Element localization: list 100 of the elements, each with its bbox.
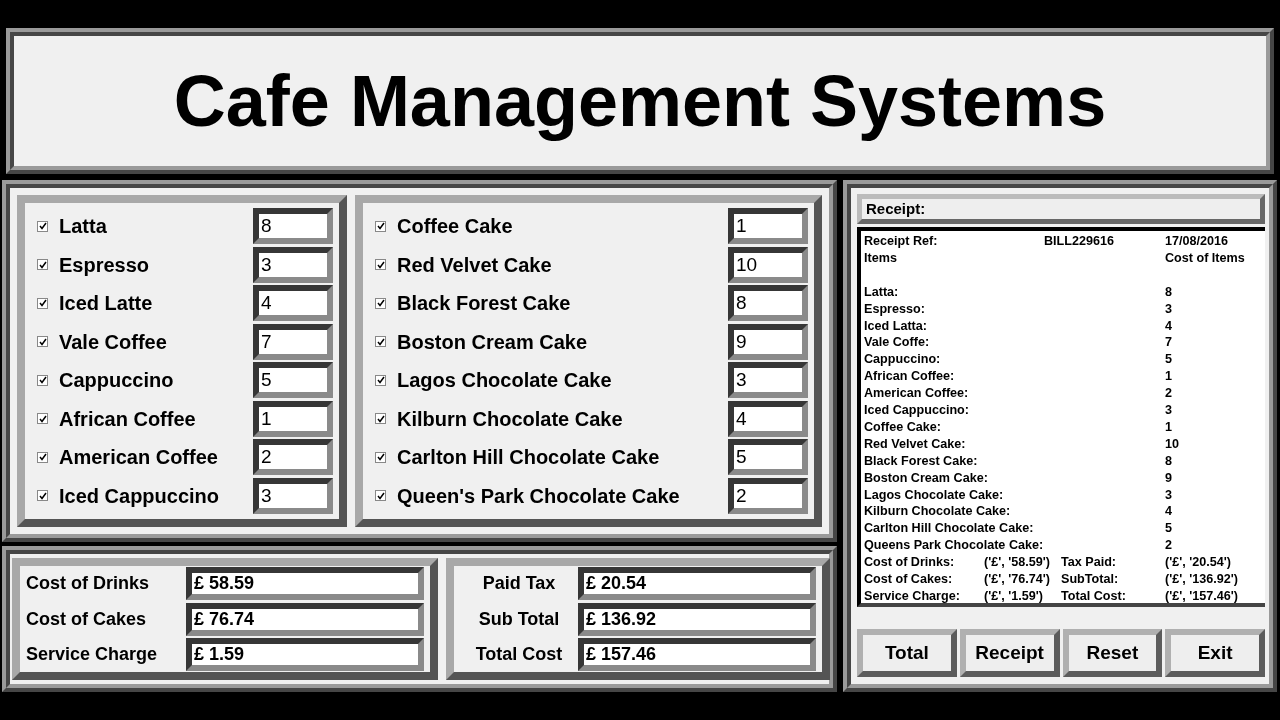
cost-field[interactable]: £ 58.59 <box>186 567 424 600</box>
quantity-field[interactable]: 10 <box>728 246 808 283</box>
quantity-field[interactable]: 3 <box>253 477 333 514</box>
quantity-field[interactable]: 4 <box>728 400 808 437</box>
receipt-text: Tax Paid: <box>1061 554 1118 572</box>
quantity-field[interactable]: 9 <box>728 323 808 360</box>
cost-label: Cost of Drinks <box>26 572 150 595</box>
receipt-text: 5 <box>1165 520 1172 538</box>
checkbox[interactable] <box>37 259 48 271</box>
item-label: Vale Coffee <box>59 329 168 355</box>
receipt-text: ('£', '136.92') <box>1165 571 1238 588</box>
quantity-field[interactable]: 2 <box>253 439 333 476</box>
quantity-field[interactable]: 5 <box>253 362 333 399</box>
item-label: Carlton Hill Chocolate Cake <box>397 445 661 471</box>
receipt-text: ('£', '76.74') <box>984 571 1051 588</box>
checkbox[interactable] <box>37 413 48 425</box>
receipt-text: ('£', '157.46') <box>1165 588 1238 603</box>
receipt-text: 3 <box>1165 402 1172 419</box>
cost-field[interactable]: £ 1.59 <box>186 638 424 671</box>
receipt-text: 2 <box>1165 385 1172 403</box>
checkbox[interactable] <box>375 220 386 232</box>
receipt-text: Iced Cappuccino: <box>864 402 970 419</box>
item-label: African Coffee <box>59 406 197 432</box>
quantity-field[interactable]: 8 <box>253 208 333 244</box>
cost-field[interactable]: £ 20.54 <box>578 567 816 600</box>
receipt-text: 8 <box>1165 452 1172 470</box>
receipt-text: 4 <box>1165 503 1172 521</box>
checkbox[interactable] <box>375 259 386 271</box>
receipt-text: Iced Latta: <box>864 317 928 335</box>
quantity-field[interactable]: 7 <box>253 323 333 360</box>
receipt-text: Cost of Cakes: <box>864 571 954 588</box>
receipt-text: Cost of Drinks: <box>864 554 956 572</box>
item-label: American Coffee <box>59 445 219 471</box>
action-button[interactable]: Receipt <box>959 629 1060 677</box>
action-button[interactable]: Exit <box>1165 629 1265 677</box>
receipt-text: 7 <box>1165 334 1172 352</box>
item-label: Iced Latte <box>59 291 154 317</box>
cost-field[interactable]: £ 76.74 <box>186 602 424 636</box>
receipt-text: Vale Coffe: <box>864 334 931 352</box>
action-button[interactable]: Reset <box>1062 629 1163 677</box>
cost-label: Sub Total <box>477 607 561 631</box>
receipt-text: 4 <box>1165 317 1172 335</box>
item-label: Boston Cream Cake <box>397 329 589 355</box>
quantity-field[interactable]: 8 <box>728 285 808 322</box>
receipt-label: Receipt: <box>857 194 1265 224</box>
checkbox[interactable] <box>375 490 386 502</box>
receipt-text: BILL229616 <box>1044 233 1115 250</box>
cost-field[interactable]: £ 136.92 <box>578 602 816 636</box>
receipt-text: 8 <box>1165 283 1172 301</box>
receipt-text: Espresso: <box>864 300 926 318</box>
quantity-field[interactable]: 3 <box>728 362 808 399</box>
item-label: Queen's Park Chocolate Cake <box>397 483 681 509</box>
receipt-text: Boston Cream Cake: <box>864 469 989 487</box>
item-label: Latta <box>59 214 108 239</box>
app-title: Cafe Management Systems <box>173 60 1107 143</box>
checkbox[interactable] <box>375 336 386 348</box>
quantity-field[interactable]: 1 <box>728 208 808 244</box>
receipt-text: 1 <box>1165 418 1172 436</box>
cost-field[interactable]: £ 157.46 <box>578 638 816 671</box>
checkbox[interactable] <box>37 490 48 502</box>
receipt-text: 5 <box>1165 351 1172 369</box>
quantity-field[interactable]: 1 <box>253 400 333 437</box>
checkbox[interactable] <box>375 413 386 425</box>
checkbox[interactable] <box>37 336 48 348</box>
cost-label: Service Charge <box>26 643 159 666</box>
checkbox[interactable] <box>37 451 48 463</box>
checkbox[interactable] <box>375 297 386 309</box>
receipt-text: 17/08/2016 <box>1165 233 1229 250</box>
item-label: Iced Cappuccino <box>59 483 221 509</box>
action-button[interactable]: Total <box>857 629 957 677</box>
item-label: Coffee Cake <box>397 214 514 239</box>
item-label: Red Velvet Cake <box>397 252 553 278</box>
checkbox[interactable] <box>375 451 386 463</box>
receipt-text: Kilburn Chocolate Cake: <box>864 503 1012 521</box>
receipt-text: Total Cost: <box>1061 588 1127 603</box>
quantity-field[interactable]: 3 <box>253 246 333 283</box>
receipt-text: Red Velvet Cake: <box>864 435 967 453</box>
checkbox[interactable] <box>37 220 48 232</box>
checkbox[interactable] <box>37 374 48 386</box>
cost-label: Paid Tax <box>481 572 557 595</box>
cost-label: Cost of Cakes <box>26 607 148 631</box>
receipt-text: ('£', '58.59') <box>984 554 1051 572</box>
item-label: Lagos Chocolate Cake <box>397 368 613 394</box>
receipt-text: ('£', '1.59') <box>984 588 1044 603</box>
quantity-field[interactable]: 2 <box>728 477 808 514</box>
cost-label: Total Cost <box>474 643 564 666</box>
receipt-text: Receipt Ref: <box>864 233 939 250</box>
quantity-field[interactable]: 4 <box>253 285 333 322</box>
receipt-text: SubTotal: <box>1061 571 1120 588</box>
receipt-text: Service Charge: <box>864 588 961 603</box>
quantity-field[interactable]: 5 <box>728 439 808 476</box>
receipt-text: Queens Park Chocolate Cake: <box>864 537 1045 555</box>
receipt-text: 10 <box>1165 435 1179 453</box>
item-label: Espresso <box>59 252 151 278</box>
receipt-text: 1 <box>1165 368 1172 386</box>
receipt-text: Items <box>864 249 898 267</box>
checkbox[interactable] <box>37 297 48 309</box>
checkbox[interactable] <box>375 374 386 386</box>
receipt-text: 9 <box>1165 469 1172 487</box>
item-label: Black Forest Cake <box>397 291 572 317</box>
